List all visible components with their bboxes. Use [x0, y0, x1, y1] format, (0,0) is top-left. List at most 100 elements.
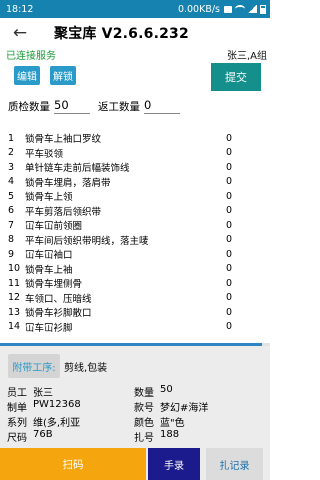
info-row: 系列 维(多,利亚 颜色 蓝"色: [7, 414, 262, 429]
connection-status: 已连接服务: [6, 51, 56, 62]
process-row[interactable]: 14 冚车冚衫脚 0: [0, 320, 270, 335]
info-cell: 扎号 188: [134, 429, 261, 444]
process-value: 0: [226, 321, 233, 333]
process-row[interactable]: 8 平车间后领织带明线，落主唛 0: [0, 233, 270, 248]
process-number: 8: [8, 234, 15, 246]
back-arrow-icon[interactable]: ←: [8, 21, 32, 45]
process-number: 1: [8, 132, 15, 144]
bundle-record-button[interactable]: 扎记录: [206, 448, 263, 480]
info-cell: 员工 张三: [7, 384, 134, 399]
rework-qty-input[interactable]: 0: [144, 98, 180, 114]
info-row: 尺码 76B 扎号 188: [7, 429, 262, 444]
process-row[interactable]: 9 冚车冚袖口 0: [0, 247, 270, 262]
info-cell: 数量 50: [134, 384, 261, 399]
process-number: 11: [8, 277, 21, 289]
quantity-row: 质检数量 50 返工数量 0: [0, 95, 270, 117]
user-group: 张三,A组: [226, 51, 267, 62]
submit-button[interactable]: 提交: [211, 63, 261, 91]
process-row[interactable]: 1 锁骨车上袖口罗纹 0: [0, 131, 270, 146]
process-name: 冚车冚前领圈: [25, 221, 83, 233]
process-name: 冚车冚袖口: [25, 250, 73, 262]
manual-entry-button[interactable]: 手录: [148, 448, 200, 480]
notification-icon: [224, 5, 232, 13]
info-row: 制单 PW12368 款号 梦幻#海洋: [7, 399, 262, 414]
process-row[interactable]: 7 冚车冚前领圈 0: [0, 218, 270, 233]
info-value: 76B: [33, 429, 53, 440]
info-key: 系列: [7, 418, 27, 429]
process-number: 4: [8, 176, 15, 188]
info-key: 颜色: [134, 418, 154, 429]
info-value: 维(多,利亚: [33, 418, 81, 429]
process-name: 锁骨车埋肩，落肩带: [25, 177, 111, 189]
process-row[interactable]: 5 锁骨车上领 0: [0, 189, 270, 204]
process-name: 锁骨车上袖: [25, 264, 73, 276]
info-value: 50: [160, 384, 173, 395]
process-name: 锁骨车衫脚散口: [25, 308, 92, 320]
app-header: ← 聚宝库 V2.6.6.232: [0, 18, 270, 48]
info-key: 员工: [7, 388, 27, 399]
process-number: 7: [8, 219, 15, 231]
process-value: 0: [226, 306, 233, 318]
process-row[interactable]: 13 锁骨车衫脚散口 0: [0, 305, 270, 320]
check-qty-label: 质检数量: [8, 100, 50, 113]
process-number: 13: [8, 306, 21, 318]
process-number: 14: [8, 321, 21, 333]
process-name: 平车驳领: [25, 148, 64, 160]
battery-icon: [260, 4, 266, 14]
process-row[interactable]: 2 平车驳领 0: [0, 146, 270, 161]
process-number: 2: [8, 147, 15, 159]
info-cell: 制单 PW12368: [7, 399, 134, 414]
process-name: 锁骨车上领: [25, 192, 73, 204]
process-number: 5: [8, 190, 15, 202]
process-value: 0: [226, 176, 233, 188]
page-title: 聚宝库 V2.6.6.232: [54, 26, 189, 42]
attached-process-row: 附带工序: 剪线,包装: [8, 354, 107, 378]
order-info-panel: 附带工序: 剪线,包装 员工 张三 数量 50 制单 PW12368 款号 梦幻#海洋 系列 维(…: [0, 346, 270, 448]
process-value: 0: [226, 263, 233, 275]
process-value: 0: [226, 132, 233, 144]
process-name: 平车剪落后领织带: [25, 206, 102, 218]
process-number: 12: [8, 292, 21, 304]
signal-icon: [248, 5, 257, 13]
check-qty-input[interactable]: 50: [54, 98, 90, 114]
scan-button[interactable]: 扫码: [0, 448, 146, 480]
info-key: 尺码: [7, 433, 27, 444]
process-row[interactable]: 12 车领口、压暗线 0: [0, 291, 270, 306]
process-name: 锁骨车上袖口罗纹: [25, 134, 102, 146]
process-list: 1 锁骨车上袖口罗纹 0 2 平车驳领 0 3 单针链车走前后幅装饰线 0 4 锁骨车埋肩，落肩带 0…: [0, 131, 270, 343]
unlock-button[interactable]: 解锁: [50, 66, 76, 85]
toolbar: 编辑 解锁 提交: [0, 61, 270, 95]
process-row[interactable]: 3 单针链车走前后幅装饰线 0: [0, 160, 270, 175]
info-key: 款号: [134, 403, 154, 414]
info-cell: 系列 维(多,利亚: [7, 414, 134, 429]
process-row[interactable]: 4 锁骨车埋肩，落肩带 0: [0, 175, 270, 190]
edit-button[interactable]: 编辑: [14, 66, 40, 85]
order-info-grid: 员工 张三 数量 50 制单 PW12368 款号 梦幻#海洋 系列 维(多,利亚 颜色 蓝"色 尺码 7…: [7, 384, 262, 444]
process-number: 6: [8, 205, 15, 217]
info-key: 扎号: [134, 433, 154, 444]
process-value: 0: [226, 234, 233, 246]
process-value: 0: [226, 248, 233, 260]
process-row[interactable]: 10 锁骨车上袖 0: [0, 262, 270, 277]
info-row: 员工 张三 数量 50: [7, 384, 262, 399]
info-cell: 尺码 76B: [7, 429, 134, 444]
info-key: 制单: [7, 403, 27, 414]
status-time: 18:12: [6, 3, 34, 15]
process-value: 0: [226, 219, 233, 231]
info-value: PW12368: [33, 399, 81, 410]
process-value: 0: [226, 277, 233, 289]
process-name: 锁骨车埋侧骨: [25, 279, 83, 291]
process-row[interactable]: 6 平车剪落后领织带 0: [0, 204, 270, 219]
info-value: 梦幻#海洋: [160, 403, 209, 414]
attached-process-button[interactable]: 附带工序:: [8, 354, 60, 378]
info-cell: 颜色 蓝"色: [134, 414, 261, 429]
info-value: 张三: [33, 388, 53, 399]
attached-process-value: 剪线,包装: [64, 362, 108, 374]
process-name: 冚车冚衫脚: [25, 322, 73, 334]
rework-qty-label: 返工数量: [98, 100, 140, 113]
network-speed: 0.00KB/s: [177, 3, 220, 15]
process-value: 0: [226, 161, 233, 173]
process-row[interactable]: 11 锁骨车埋侧骨 0: [0, 276, 270, 291]
wifi-icon: [235, 5, 245, 13]
status-bar: 18:12 0.00KB/s: [0, 0, 270, 18]
